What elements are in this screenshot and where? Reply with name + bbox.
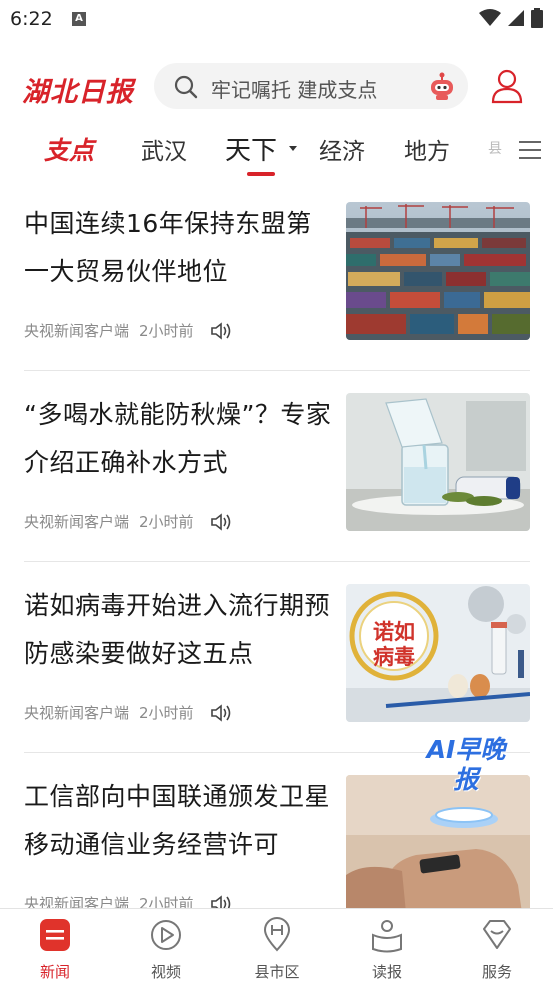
news-item[interactable]: 中国连续16年保持东盟第一大贸易伙伴地位 央视新闻客户端 2小时前 <box>24 180 530 371</box>
news-source: 央视新闻客户端 <box>24 513 130 531</box>
news-source: 央视新闻客户端 <box>24 704 130 722</box>
robot-assistant-icon[interactable] <box>428 71 456 101</box>
nav-service-label: 服务 <box>481 963 512 981</box>
news-icon <box>40 919 70 951</box>
nav-newspaper[interactable]: 读报 <box>347 917 427 982</box>
audio-play-icon[interactable] <box>210 512 232 531</box>
signal-icon <box>508 10 524 26</box>
news-time: 2小时前 <box>139 322 194 340</box>
water-glass-image[interactable] <box>346 393 530 531</box>
tab-world[interactable]: 天下 <box>225 130 277 167</box>
news-meta: 央视新闻客户端 2小时前 <box>24 511 232 532</box>
app-header: 湖北日报 牢记嘱托 建成支点 <box>0 60 553 114</box>
search-icon <box>174 75 198 99</box>
nav-county-label: 县市区 <box>254 963 300 981</box>
user-profile-icon[interactable] <box>490 68 524 104</box>
tab-local[interactable]: 地方 <box>404 132 450 166</box>
norovirus-label: 诺如病毒 <box>373 620 415 669</box>
notification-badge-icon: A <box>72 12 86 26</box>
news-title[interactable]: “多喝水就能防秋燥”？专家介绍正确补水方式 <box>24 391 332 487</box>
news-title[interactable]: 诺如病毒开始进入流行期预防感染要做好这五点 <box>24 582 332 678</box>
nav-newspaper-label: 读报 <box>371 963 402 981</box>
county-icon <box>263 917 291 952</box>
ai-briefing-label: AI早晚报 <box>426 735 506 794</box>
nav-county[interactable]: 县市区 <box>237 917 317 982</box>
ai-briefing-floating-button[interactable]: AI早晚报 <box>420 733 508 833</box>
channel-menu-icon[interactable] <box>518 138 542 162</box>
tab-featured[interactable]: 支点 <box>44 131 94 167</box>
news-meta: 央视新闻客户端 2小时前 <box>24 702 232 723</box>
news-meta: 央视新闻客户端 2小时前 <box>24 320 232 341</box>
news-time: 2小时前 <box>139 704 194 722</box>
video-icon <box>151 920 181 950</box>
norovirus-image[interactable]: 诺如病毒 <box>346 584 530 722</box>
news-title[interactable]: 工信部向中国联通颁发卫星移动通信业务经营许可 <box>24 773 332 869</box>
nav-news-label: 新闻 <box>39 963 70 981</box>
status-time: 6:22 <box>10 8 53 30</box>
battery-icon <box>531 8 543 28</box>
tab-economy[interactable]: 经济 <box>319 132 365 166</box>
nav-service[interactable]: 服务 <box>457 917 537 982</box>
news-title[interactable]: 中国连续16年保持东盟第一大贸易伙伴地位 <box>24 200 332 296</box>
channel-tabs: 支点 武汉 天下 经济 地方 县 <box>0 128 553 178</box>
tab-wuhan[interactable]: 武汉 <box>141 132 187 166</box>
service-icon <box>483 920 511 949</box>
search-placeholder: 牢记嘱托 建成支点 <box>211 78 378 102</box>
nav-video-label: 视频 <box>150 963 181 981</box>
news-source: 央视新闻客户端 <box>24 322 130 340</box>
audio-play-icon[interactable] <box>210 703 232 722</box>
status-indicators <box>479 8 543 28</box>
nav-video[interactable]: 视频 <box>126 917 206 982</box>
news-item[interactable]: “多喝水就能防秋燥”？专家介绍正确补水方式 央视新闻客户端 2小时前 <box>24 371 530 562</box>
nav-news[interactable]: 新闻 <box>15 917 95 982</box>
app-logo[interactable]: 湖北日报 <box>22 70 134 109</box>
container-port-image[interactable] <box>346 202 530 340</box>
newspaper-icon <box>372 920 402 953</box>
bottom-navigation: 新闻 视频 县市区 读报 服务 <box>0 908 553 984</box>
active-tab-indicator <box>247 172 275 176</box>
news-time: 2小时前 <box>139 513 194 531</box>
tab-dropdown-icon[interactable] <box>289 146 297 151</box>
status-bar: 6:22 A <box>0 0 553 38</box>
search-bar[interactable]: 牢记嘱托 建成支点 <box>154 63 468 109</box>
news-item[interactable]: 诺如病毒开始进入流行期预防感染要做好这五点 央视新闻客户端 2小时前 诺如病毒 <box>24 562 530 753</box>
tab-county-partial[interactable]: 县 <box>488 138 502 158</box>
wifi-icon <box>479 9 501 26</box>
audio-play-icon[interactable] <box>210 321 232 340</box>
